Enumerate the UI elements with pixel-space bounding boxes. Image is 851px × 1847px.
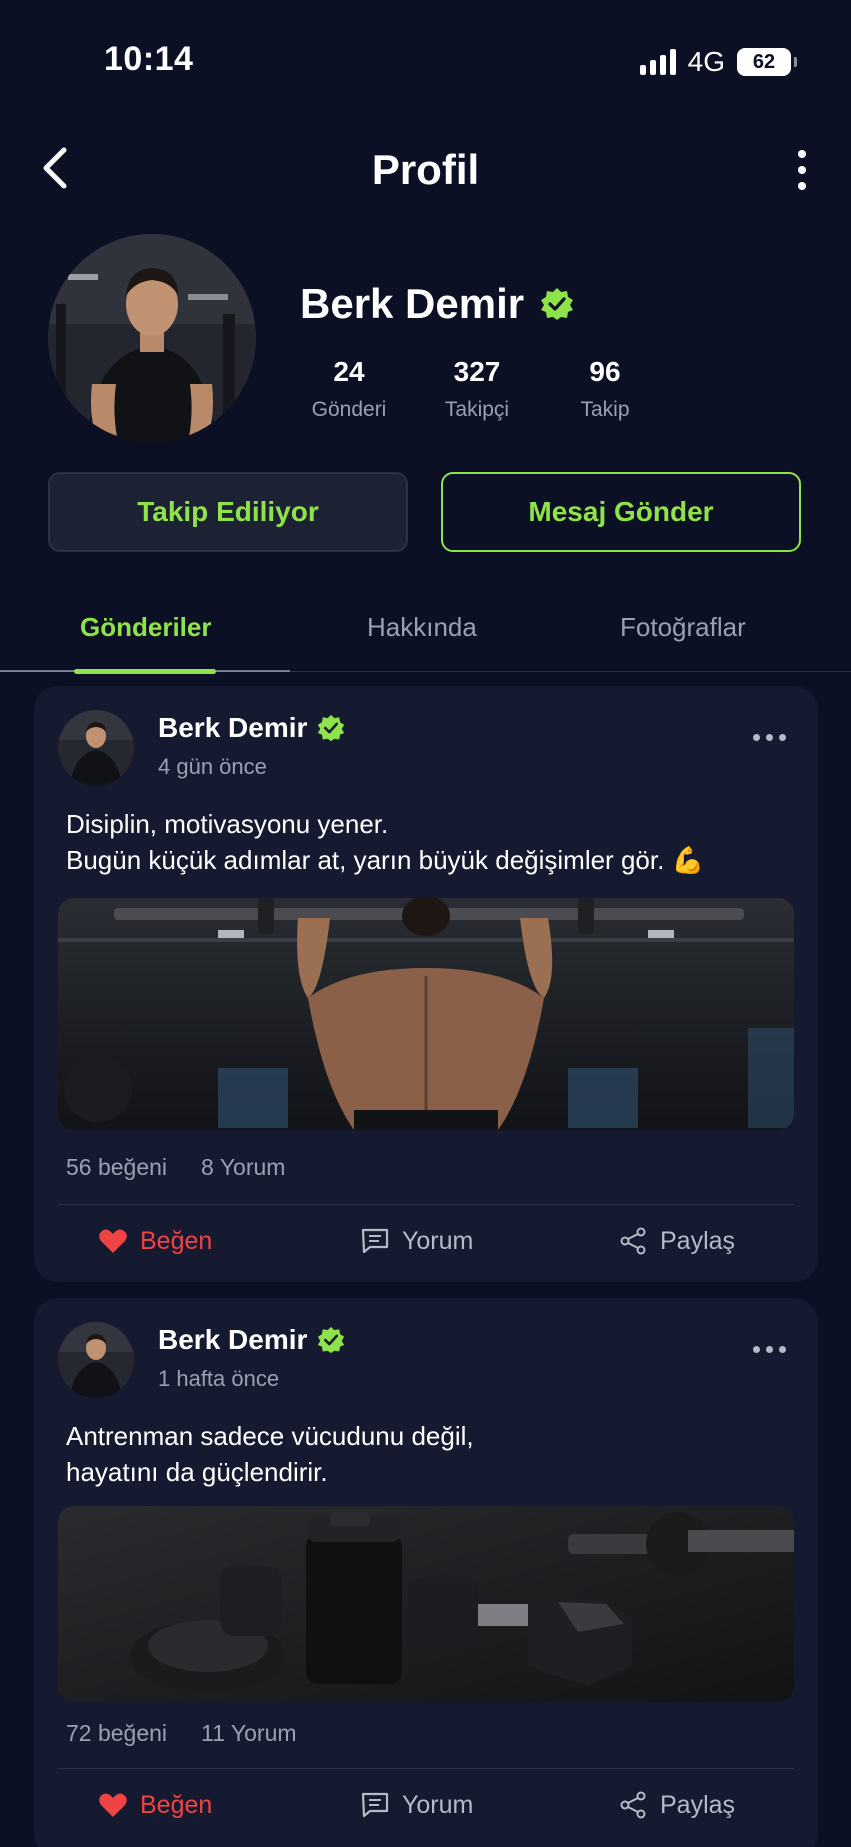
more-horizontal-icon[interactable] bbox=[753, 734, 786, 741]
tab-posts[interactable]: Gönderiler bbox=[80, 612, 211, 643]
post-text-line: Disiplin, motivasyonu yener. bbox=[66, 809, 389, 839]
status-time: 10:14 bbox=[104, 40, 194, 78]
profile-avatar[interactable] bbox=[48, 234, 256, 442]
comment-icon bbox=[361, 1792, 389, 1818]
tab-about[interactable]: Hakkında bbox=[367, 612, 477, 643]
like-button[interactable]: Beğen bbox=[98, 1790, 212, 1820]
nav-bar: Profil bbox=[0, 130, 851, 210]
share-button[interactable]: Paylaş bbox=[618, 1790, 735, 1820]
post-text-line: Bugün küçük adımlar at, yarın büyük deği… bbox=[66, 845, 704, 875]
stat-followers-value: 327 bbox=[453, 356, 501, 387]
stat-followers-label: Takipçi bbox=[444, 398, 510, 421]
post-image[interactable] bbox=[58, 898, 794, 1130]
comment-label: Yorum bbox=[402, 1226, 474, 1255]
stat-followers[interactable]: 327 Takipçi bbox=[428, 356, 526, 422]
send-message-button[interactable]: Mesaj Gönder bbox=[441, 472, 801, 552]
status-indicators: 4G 62 bbox=[639, 46, 797, 78]
heart-icon bbox=[99, 1229, 127, 1253]
like-count[interactable]: 72 beğeni bbox=[66, 1720, 167, 1747]
post-counts: 56 beğeni 8 Yorum bbox=[66, 1154, 285, 1181]
heart-icon bbox=[99, 1793, 127, 1817]
network-type: 4G bbox=[687, 46, 725, 77]
profile-name: Berk Demir bbox=[300, 280, 574, 328]
status-bar: 10:14 4G 62 bbox=[0, 0, 851, 120]
post-author[interactable]: Berk Demir bbox=[158, 712, 345, 744]
stat-following-value: 96 bbox=[589, 356, 621, 387]
stat-posts-value: 24 bbox=[333, 356, 365, 387]
comment-button[interactable]: Yorum bbox=[360, 1226, 473, 1256]
post-time: 1 hafta önce bbox=[158, 1366, 280, 1391]
like-label: Beğen bbox=[140, 1790, 213, 1819]
signal-icon bbox=[639, 49, 676, 75]
share-label: Paylaş bbox=[660, 1226, 736, 1255]
post-text-line: Antrenman sadece vücudunu değil, bbox=[66, 1421, 474, 1451]
divider bbox=[58, 1204, 794, 1205]
tab-active-indicator bbox=[74, 669, 216, 674]
comment-count[interactable]: 11 Yorum bbox=[201, 1720, 296, 1747]
comment-button[interactable]: Yorum bbox=[360, 1790, 473, 1820]
avatar[interactable] bbox=[58, 1322, 134, 1398]
verified-check-icon bbox=[318, 714, 345, 742]
share-button[interactable]: Paylaş bbox=[618, 1226, 735, 1256]
post-image[interactable] bbox=[58, 1506, 794, 1702]
stat-following[interactable]: 96 Takip bbox=[556, 356, 654, 422]
like-button[interactable]: Beğen bbox=[98, 1226, 212, 1256]
profile-tabs: Gönderiler Hakkında Fotoğraflar bbox=[0, 600, 851, 674]
share-label: Paylaş bbox=[660, 1790, 736, 1819]
post-counts: 72 beğeni 11 Yorum bbox=[66, 1720, 297, 1747]
divider bbox=[58, 1768, 794, 1769]
post-author[interactable]: Berk Demir bbox=[158, 1324, 345, 1356]
post-card: Berk Demir 4 gün önce Disiplin, motivasy… bbox=[34, 686, 818, 1282]
post-text: Antrenman sadece vücudunu değil, hayatın… bbox=[66, 1418, 474, 1490]
post-text: Disiplin, motivasyonu yener. Bugün küçük… bbox=[66, 806, 704, 878]
post-text-line: hayatını da güçlendirir. bbox=[66, 1457, 328, 1487]
battery-icon: 62 bbox=[737, 48, 797, 76]
tab-photos[interactable]: Fotoğraflar bbox=[620, 612, 746, 643]
avatar[interactable] bbox=[58, 710, 134, 786]
share-icon bbox=[620, 1227, 646, 1255]
profile-name-text: Berk Demir bbox=[300, 280, 525, 327]
page-title: Profil bbox=[371, 146, 480, 193]
more-horizontal-icon[interactable] bbox=[753, 1346, 786, 1353]
like-count[interactable]: 56 beğeni bbox=[66, 1154, 167, 1181]
share-icon bbox=[620, 1791, 646, 1819]
verified-check-icon bbox=[541, 288, 574, 320]
verified-check-icon bbox=[318, 1326, 345, 1354]
stat-posts[interactable]: 24 Gönderi bbox=[300, 356, 398, 422]
stat-posts-label: Gönderi bbox=[311, 398, 387, 421]
post-author-name: Berk Demir bbox=[158, 1324, 308, 1355]
comment-count[interactable]: 8 Yorum bbox=[201, 1154, 285, 1181]
profile-stats: 24 Gönderi 327 Takipçi 96 Takip bbox=[300, 356, 654, 422]
post-author-name: Berk Demir bbox=[158, 712, 308, 743]
post-time: 4 gün önce bbox=[158, 754, 267, 779]
comment-label: Yorum bbox=[402, 1790, 474, 1819]
more-vertical-icon[interactable] bbox=[793, 150, 811, 190]
following-button[interactable]: Takip Ediliyor bbox=[48, 472, 408, 552]
like-label: Beğen bbox=[140, 1226, 213, 1255]
post-card: Berk Demir 1 hafta önce Antrenman sadece… bbox=[34, 1298, 818, 1847]
stat-following-label: Takip bbox=[580, 398, 630, 421]
comment-icon bbox=[361, 1228, 389, 1254]
